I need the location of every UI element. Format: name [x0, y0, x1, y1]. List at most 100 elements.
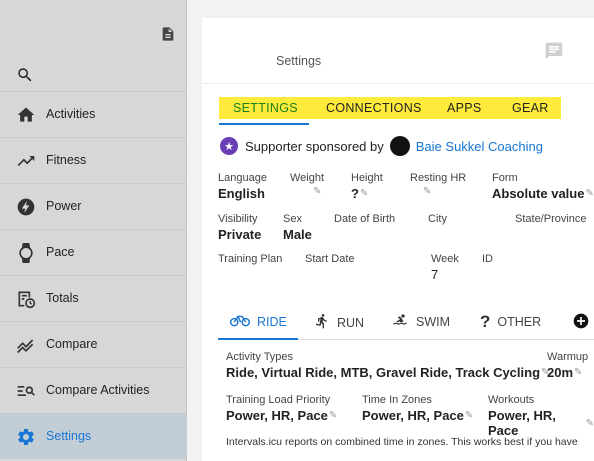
field-label: Height — [351, 172, 383, 184]
sidebar-item-totals[interactable]: Totals — [0, 275, 187, 321]
sidebar-item-settings[interactable]: Settings — [0, 413, 187, 459]
field-value: 7 — [431, 267, 439, 282]
pencil-icon[interactable]: ✎ — [586, 418, 594, 429]
pencil-icon[interactable]: ✎ — [423, 186, 431, 197]
tab-gear[interactable]: GEAR — [512, 101, 549, 115]
chat-icon[interactable] — [544, 41, 564, 66]
tab-ride[interactable]: RIDE — [230, 312, 287, 331]
field-label: State/Province — [515, 213, 587, 225]
tab-label: RIDE — [257, 314, 287, 329]
city-field[interactable]: City — [428, 213, 447, 225]
sidebar-item-compare-activities[interactable]: Compare Activities — [0, 367, 187, 413]
sidebar-item-power[interactable]: Power — [0, 183, 187, 229]
field-label: Training Plan — [218, 253, 283, 265]
tab-label: OTHER — [497, 315, 542, 329]
date-of-birth-field[interactable]: Date of Birth — [334, 213, 395, 225]
workouts-field[interactable]: Workouts Power, HR, Pace ✎ — [488, 394, 594, 438]
tab-apps[interactable]: APPS — [447, 101, 482, 115]
tab-label: RUN — [337, 315, 365, 330]
star-icon: ★ — [220, 137, 238, 155]
sponsor-text: Supporter sponsored by — [245, 138, 384, 154]
field-label: ID — [482, 253, 493, 265]
run-icon — [314, 312, 330, 333]
language-field[interactable]: Language English — [218, 172, 267, 201]
form-field[interactable]: Form Absolute value ✎ — [492, 172, 594, 201]
start-date-field[interactable]: Start Date — [305, 253, 355, 265]
height-field[interactable]: Height ? ✎ — [351, 172, 383, 201]
power-icon — [16, 197, 36, 217]
swim-icon — [391, 312, 409, 331]
watch-icon — [16, 243, 36, 263]
coach-link[interactable]: Baie Sukkel Coaching — [416, 139, 543, 154]
field-value: Ride, Virtual Ride, MTB, Gravel Ride, Tr… — [226, 365, 541, 380]
activity-types-field[interactable]: Activity Types Ride, Virtual Ride, MTB, … — [226, 351, 549, 380]
compare-icon — [16, 335, 36, 355]
bike-icon — [230, 312, 250, 331]
training-load-priority-field[interactable]: Training Load Priority Power, HR, Pace ✎ — [226, 394, 337, 423]
sidebar-item-label: Power — [46, 199, 82, 213]
home-icon — [16, 105, 36, 125]
field-value: Absolute value — [492, 186, 585, 201]
pencil-icon[interactable]: ✎ — [313, 186, 321, 197]
field-value: English — [218, 186, 265, 201]
sidebar-item-fitness[interactable]: Fitness — [0, 137, 187, 183]
field-label: Weight — [290, 172, 325, 184]
field-label: Resting HR — [410, 172, 467, 184]
warmup-field[interactable]: Warmup 20m ✎ — [547, 351, 588, 380]
tab-run[interactable]: RUN — [314, 312, 364, 333]
sex-field[interactable]: Sex Male — [283, 213, 312, 242]
field-label: Week — [431, 253, 459, 265]
document-icon[interactable] — [160, 26, 176, 47]
coach-logo — [389, 136, 410, 156]
field-label: City — [428, 213, 447, 225]
tab-swim[interactable]: SWIM — [391, 312, 450, 331]
totals-icon — [16, 289, 36, 309]
field-label: Activity Types — [226, 351, 294, 363]
sidebar-item-label: Totals — [46, 291, 79, 305]
field-label: Warmup — [547, 351, 589, 363]
sidebar-item-label: Pace — [46, 245, 75, 259]
sidebar-item-activities[interactable]: Activities — [0, 91, 187, 137]
trending-up-icon — [16, 151, 36, 171]
tab-settings[interactable]: SETTINGS — [233, 101, 298, 115]
tab-connections[interactable]: CONNECTIONS — [326, 101, 422, 115]
resting-hr-field[interactable]: Resting HR ✎ — [410, 172, 466, 197]
time-in-zones-field[interactable]: Time In Zones Power, HR, Pace ✎ — [362, 394, 473, 423]
sidebar-item-pace[interactable]: Pace — [0, 229, 187, 275]
sidebar-item-label: Compare — [46, 337, 98, 351]
pencil-icon[interactable]: ✎ — [329, 410, 337, 421]
compare-activities-icon — [16, 381, 36, 401]
pencil-icon[interactable]: ✎ — [465, 410, 473, 421]
field-label: Training Load Priority — [226, 394, 331, 406]
field-value: Power, HR, Pace — [226, 408, 328, 423]
field-value: Power, HR, Pace — [488, 408, 556, 438]
field-value: ? — [351, 186, 359, 201]
visibility-field[interactable]: Visibility Private — [218, 213, 261, 242]
field-label: Language — [218, 172, 267, 184]
pencil-icon[interactable]: ✎ — [574, 367, 582, 378]
add-icon[interactable] — [573, 313, 589, 334]
sidebar-item-compare[interactable]: Compare — [0, 321, 187, 367]
pencil-icon[interactable]: ✎ — [585, 188, 593, 199]
sidebar-item-label: Settings — [46, 429, 92, 443]
search-icon[interactable] — [16, 66, 34, 89]
weight-field[interactable]: Weight ✎ — [290, 172, 324, 197]
page-title: Settings — [276, 54, 322, 68]
state-field[interactable]: State/Province — [515, 213, 587, 225]
field-value: Male — [283, 227, 312, 242]
field-value: 20m — [547, 365, 574, 380]
sidebar-item-label: Activities — [46, 107, 96, 121]
training-plan-field[interactable]: Training Plan — [218, 253, 282, 265]
pencil-icon[interactable]: ✎ — [360, 188, 368, 199]
tab-label: SWIM — [416, 314, 451, 329]
active-sport-indicator — [218, 338, 298, 340]
sidebar-item-label: Fitness — [46, 153, 87, 167]
tab-other[interactable]: ? OTHER — [480, 312, 541, 332]
sidebar: Activities Fitness Power Pace Totals Com… — [0, 0, 187, 461]
field-label: Date of Birth — [334, 213, 396, 225]
field-label: Sex — [283, 213, 302, 225]
panel-header: Settings — [202, 18, 594, 84]
settings-tabs: SETTINGS CONNECTIONS APPS GEAR — [219, 97, 561, 119]
field-label: Time In Zones — [362, 394, 432, 406]
question-icon: ? — [480, 312, 491, 331]
